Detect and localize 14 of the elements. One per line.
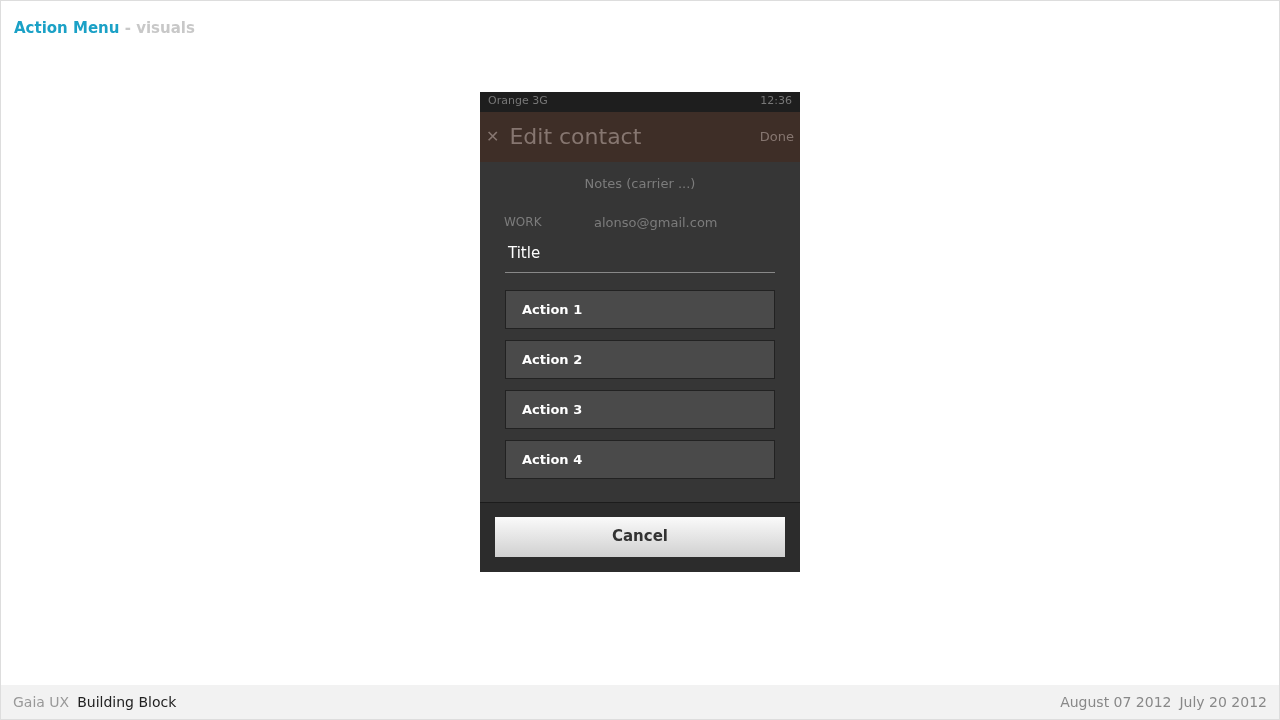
action-button[interactable]: Action 1 bbox=[505, 290, 775, 329]
header-title: Edit contact bbox=[509, 123, 643, 151]
action-button[interactable]: Action 4 bbox=[505, 440, 775, 479]
slide-title: Action Menu bbox=[14, 19, 120, 37]
section-label: Building Block bbox=[77, 692, 177, 712]
date-label: August 07 2012 bbox=[1060, 692, 1172, 712]
cancel-button[interactable]: Cancel bbox=[495, 516, 785, 557]
action-button[interactable]: Action 2 bbox=[505, 340, 775, 379]
menu-title: Title bbox=[505, 241, 775, 273]
clock: 12:36 bbox=[760, 93, 792, 110]
carrier-label: Orange 3G bbox=[488, 93, 548, 110]
product-label: Gaia UX bbox=[13, 692, 70, 712]
action-button[interactable]: Action 3 bbox=[505, 390, 775, 429]
date-label: July 20 2012 bbox=[1179, 692, 1267, 712]
